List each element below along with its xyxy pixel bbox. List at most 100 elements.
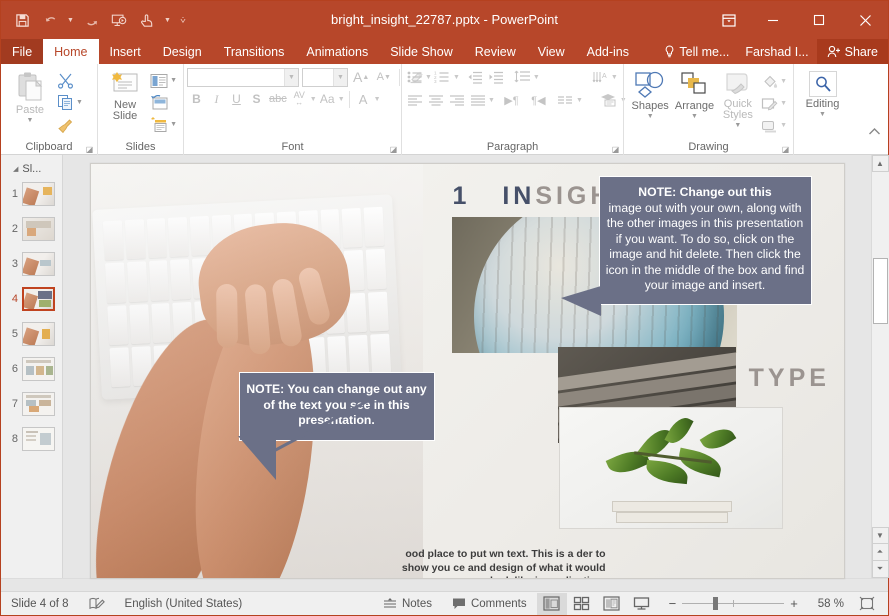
horizontal-scroll-strip[interactable] bbox=[1, 578, 888, 591]
tell-me-box[interactable]: Tell me... bbox=[656, 39, 737, 64]
save-button[interactable] bbox=[9, 8, 35, 32]
ribbon-display-options-button[interactable] bbox=[708, 1, 750, 39]
slide-indicator[interactable]: Slide 4 of 8 bbox=[1, 592, 79, 616]
italic-button[interactable]: I bbox=[207, 89, 226, 109]
slide-show-view-button[interactable] bbox=[627, 593, 657, 615]
align-right-button[interactable] bbox=[446, 90, 467, 110]
scroll-down-button[interactable]: ▼ bbox=[872, 527, 889, 544]
callout-image-note[interactable]: NOTE: Change out this image out with you… bbox=[599, 176, 812, 305]
numbering-button[interactable]: 123 bbox=[432, 67, 453, 87]
center-button[interactable] bbox=[425, 90, 446, 110]
shape-effects-dropdown-icon[interactable]: ▼ bbox=[780, 122, 787, 129]
vertical-scroll-thumb[interactable] bbox=[873, 258, 888, 324]
font-size-dropdown-icon[interactable]: ▼ bbox=[333, 69, 347, 86]
collapse-ribbon-button[interactable] bbox=[868, 64, 888, 154]
scroll-up-button[interactable]: ▲ bbox=[872, 155, 889, 172]
tab-add-ins[interactable]: Add-ins bbox=[576, 39, 640, 64]
thumbnail-preview[interactable] bbox=[22, 357, 55, 381]
slide-body-text[interactable]: ood place to put wn text. This is a der … bbox=[391, 548, 606, 579]
reset-button[interactable] bbox=[148, 92, 179, 113]
section-dropdown-icon[interactable]: ▼ bbox=[170, 121, 177, 128]
thumbnail-item-7[interactable]: 7 bbox=[1, 387, 62, 420]
comments-button[interactable]: Comments bbox=[442, 592, 537, 616]
tab-insert[interactable]: Insert bbox=[99, 39, 152, 64]
line-spacing-button[interactable] bbox=[512, 67, 533, 87]
shape-outline-button[interactable]: ▼ bbox=[759, 93, 789, 114]
copy-dropdown-icon[interactable]: ▼ bbox=[76, 99, 83, 106]
thumbnail-preview[interactable] bbox=[22, 182, 55, 206]
zoom-handle[interactable] bbox=[713, 597, 718, 610]
arrange-dropdown-icon[interactable]: ▼ bbox=[691, 113, 698, 120]
thumbnail-item-5[interactable]: 5 bbox=[1, 317, 62, 350]
columns-button[interactable] bbox=[555, 90, 576, 110]
fit-slide-to-window-button[interactable] bbox=[852, 593, 882, 615]
font-color-button[interactable]: A bbox=[354, 89, 373, 109]
zoom-out-button[interactable]: − bbox=[663, 596, 683, 611]
close-button[interactable] bbox=[842, 1, 888, 39]
editing-dropdown-icon[interactable]: ▼ bbox=[819, 111, 826, 118]
thumbnail-item-8[interactable]: 8 bbox=[1, 422, 62, 455]
slide-thumbnail-pane[interactable]: ◢ Sl... 1 2 3 4 bbox=[1, 155, 63, 578]
thumbnail-preview[interactable] bbox=[22, 322, 55, 346]
justify-button[interactable] bbox=[467, 90, 488, 110]
next-slide-button[interactable]: ⏷ bbox=[872, 561, 889, 578]
strikethrough-button[interactable]: abc bbox=[267, 89, 289, 109]
notes-button[interactable]: Notes bbox=[373, 592, 442, 616]
undo-dropdown-icon[interactable]: ▼ bbox=[65, 8, 76, 32]
clipboard-dialog-launcher[interactable]: ◪ bbox=[85, 145, 94, 154]
layout-dropdown-icon[interactable]: ▼ bbox=[170, 77, 177, 84]
numbering-dropdown-icon[interactable]: ▼ bbox=[453, 74, 460, 81]
columns-dropdown-icon[interactable]: ▼ bbox=[576, 97, 583, 104]
thumbnail-item-2[interactable]: 2 bbox=[1, 212, 62, 245]
quick-styles-dropdown-icon[interactable]: ▼ bbox=[734, 122, 741, 129]
tab-transitions[interactable]: Transitions bbox=[213, 39, 296, 64]
touch-mode-dropdown-icon[interactable]: ▼ bbox=[162, 8, 173, 32]
tab-view[interactable]: View bbox=[527, 39, 576, 64]
chevron-collapse-icon[interactable]: ◢ bbox=[13, 165, 18, 173]
slide-sorter-view-button[interactable] bbox=[567, 593, 597, 615]
drawing-dialog-launcher[interactable]: ◪ bbox=[781, 145, 790, 154]
thumbnail-preview[interactable] bbox=[22, 252, 55, 276]
bullets-button[interactable] bbox=[404, 67, 425, 87]
increase-indent-button[interactable] bbox=[486, 67, 507, 87]
new-slide-button[interactable]: New Slide bbox=[102, 68, 148, 122]
normal-view-button[interactable] bbox=[537, 593, 567, 615]
share-button[interactable]: Share bbox=[817, 39, 888, 64]
copy-button[interactable]: ▼ bbox=[55, 92, 85, 113]
increase-font-size-button[interactable]: A▲ bbox=[351, 67, 371, 87]
tab-design[interactable]: Design bbox=[152, 39, 213, 64]
zoom-level-label[interactable]: 58 % bbox=[810, 598, 852, 610]
text-direction-button[interactable]: A bbox=[590, 67, 611, 87]
format-painter-button[interactable] bbox=[55, 114, 85, 135]
font-name-dropdown-icon[interactable]: ▼ bbox=[284, 69, 298, 86]
shapes-button[interactable]: Shapes ▼ bbox=[628, 68, 672, 120]
paste-button[interactable]: Paste ▼ bbox=[5, 68, 55, 124]
previous-slide-button[interactable]: ⏶ bbox=[872, 544, 889, 561]
start-presentation-button[interactable] bbox=[106, 8, 132, 32]
ltr-text-direction-button[interactable]: ▶¶ bbox=[501, 90, 522, 110]
thumbnail-item-6[interactable]: 6 bbox=[1, 352, 62, 385]
thumbnail-preview[interactable] bbox=[22, 217, 55, 241]
bold-button[interactable]: B bbox=[187, 89, 206, 109]
font-color-dropdown-icon[interactable]: ▼ bbox=[374, 96, 381, 103]
customize-quick-access-toolbar-button[interactable]: ⩒ bbox=[175, 8, 191, 32]
minimize-button[interactable] bbox=[750, 1, 796, 39]
text-direction-dropdown-icon[interactable]: ▼ bbox=[611, 74, 618, 81]
change-case-button[interactable]: Aa bbox=[318, 89, 337, 109]
thumbnail-preview[interactable] bbox=[22, 427, 55, 451]
redo-button[interactable] bbox=[78, 8, 104, 32]
thumbnail-item-3[interactable]: 3 bbox=[1, 247, 62, 280]
callout-text-note[interactable]: NOTE: You can change out any of the text… bbox=[239, 372, 435, 441]
paragraph-dialog-launcher[interactable]: ◪ bbox=[611, 145, 620, 154]
text-shadow-button[interactable]: S bbox=[247, 89, 266, 109]
thumbnail-preview-selected[interactable] bbox=[22, 287, 55, 311]
reading-view-button[interactable] bbox=[597, 593, 627, 615]
line-spacing-dropdown-icon[interactable]: ▼ bbox=[533, 74, 540, 81]
shapes-dropdown-icon[interactable]: ▼ bbox=[647, 113, 654, 120]
spell-check-button[interactable] bbox=[79, 592, 115, 616]
vertical-scroll-track[interactable] bbox=[872, 172, 889, 527]
character-spacing-button[interactable]: AV ↔ bbox=[290, 89, 309, 109]
shape-fill-dropdown-icon[interactable]: ▼ bbox=[780, 78, 787, 85]
section-button[interactable]: ▼ bbox=[148, 114, 179, 135]
decrease-indent-button[interactable] bbox=[465, 67, 486, 87]
